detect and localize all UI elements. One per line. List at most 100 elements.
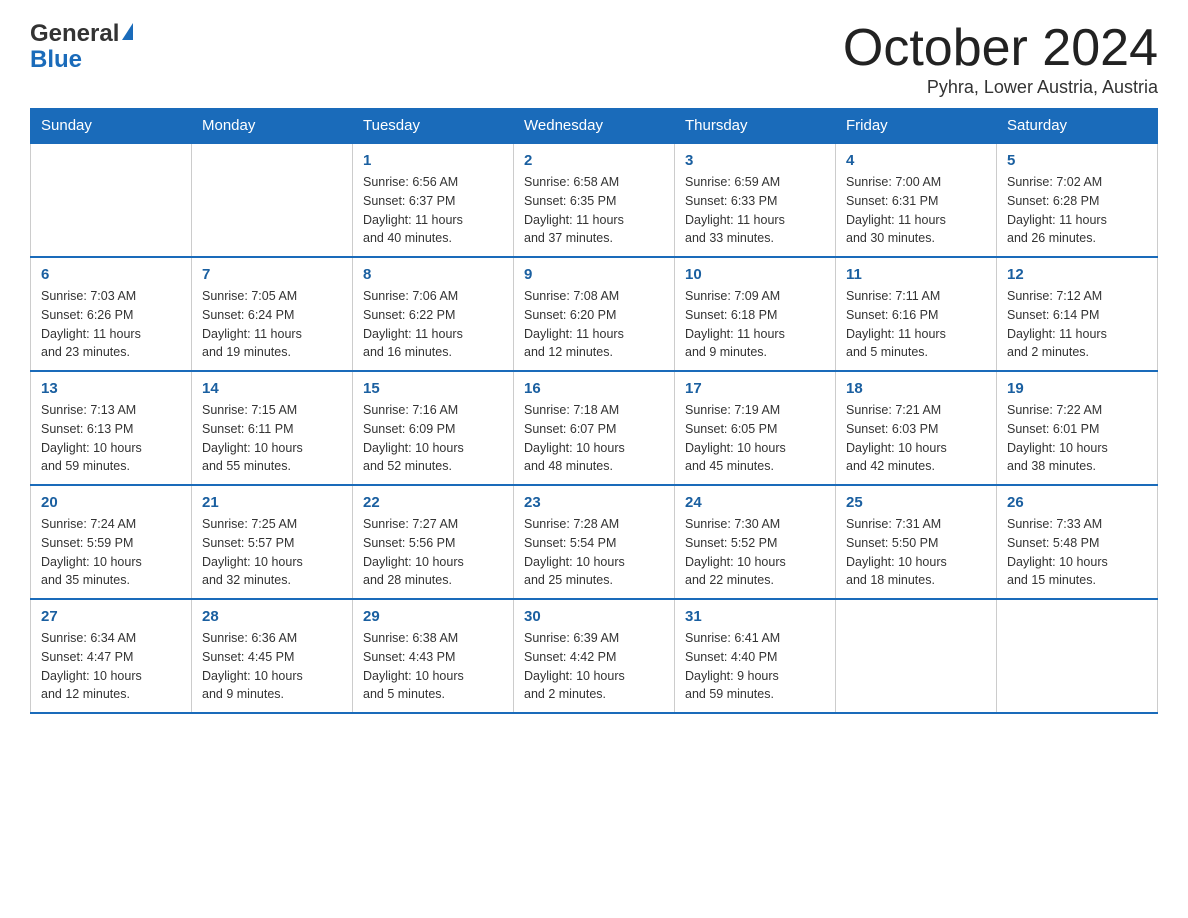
calendar-cell: 25 Sunrise: 7:31 AM Sunset: 5:50 PM Dayli…: [836, 485, 997, 599]
calendar-cell: 5Sunrise: 7:02 AM Sunset: 6:28 PM Daylig…: [997, 143, 1158, 257]
logo-blue-text: Blue: [30, 46, 82, 74]
day-info: Sunrise: 7:19 AM Sunset: 6:05 PM Dayligh…: [685, 401, 825, 476]
calendar-cell: 11 Sunrise: 7:11 AM Sunset: 6:16 PM Dayli…: [836, 257, 997, 371]
day-info: Sunrise: 6:38 AM Sunset: 4:43 PM Dayligh…: [363, 629, 503, 704]
day-number: 27: [41, 608, 181, 625]
col-header-friday: Friday: [836, 109, 997, 144]
day-info: Sunrise: 7:28 AM Sunset: 5:54 PM Dayligh…: [524, 515, 664, 590]
calendar-cell: 10 Sunrise: 7:09 AM Sunset: 6:18 PM Dayli…: [675, 257, 836, 371]
calendar-header-row: SundayMondayTuesdayWednesdayThursdayFrid…: [31, 109, 1158, 144]
calendar-cell: [836, 599, 997, 713]
calendar-cell: 7 Sunrise: 7:05 AM Sunset: 6:24 PM Daylig…: [192, 257, 353, 371]
day-info: Sunrise: 6:39 AM Sunset: 4:42 PM Dayligh…: [524, 629, 664, 704]
day-info: Sunrise: 7:03 AM Sunset: 6:26 PM Dayligh…: [41, 287, 181, 362]
calendar-cell: 23 Sunrise: 7:28 AM Sunset: 5:54 PM Dayli…: [514, 485, 675, 599]
day-number: 9: [524, 266, 664, 283]
day-number: 14: [202, 380, 342, 397]
day-info: Sunrise: 7:09 AM Sunset: 6:18 PM Dayligh…: [685, 287, 825, 362]
calendar-cell: 8 Sunrise: 7:06 AM Sunset: 6:22 PM Daylig…: [353, 257, 514, 371]
calendar-cell: 26 Sunrise: 7:33 AM Sunset: 5:48 PM Dayli…: [997, 485, 1158, 599]
calendar-cell: 27 Sunrise: 6:34 AM Sunset: 4:47 PM Dayli…: [31, 599, 192, 713]
day-number: 3: [685, 152, 825, 169]
day-number: 13: [41, 380, 181, 397]
day-number: 12: [1007, 266, 1147, 283]
day-info: Sunrise: 7:27 AM Sunset: 5:56 PM Dayligh…: [363, 515, 503, 590]
col-header-sunday: Sunday: [31, 109, 192, 144]
day-number: 30: [524, 608, 664, 625]
day-info: Sunrise: 7:00 AM Sunset: 6:31 PM Dayligh…: [846, 173, 986, 248]
calendar-cell: 12 Sunrise: 7:12 AM Sunset: 6:14 PM Dayli…: [997, 257, 1158, 371]
calendar-cell: 28 Sunrise: 6:36 AM Sunset: 4:45 PM Dayli…: [192, 599, 353, 713]
day-info: Sunrise: 7:16 AM Sunset: 6:09 PM Dayligh…: [363, 401, 503, 476]
logo-triangle-icon: [122, 23, 133, 40]
day-info: Sunrise: 7:25 AM Sunset: 5:57 PM Dayligh…: [202, 515, 342, 590]
calendar-cell: 16 Sunrise: 7:18 AM Sunset: 6:07 PM Dayli…: [514, 371, 675, 485]
col-header-wednesday: Wednesday: [514, 109, 675, 144]
day-info: Sunrise: 6:34 AM Sunset: 4:47 PM Dayligh…: [41, 629, 181, 704]
calendar-cell: 19Sunrise: 7:22 AM Sunset: 6:01 PM Dayli…: [997, 371, 1158, 485]
calendar-cell: 2Sunrise: 6:58 AM Sunset: 6:35 PM Daylig…: [514, 143, 675, 257]
day-number: 25: [846, 494, 986, 511]
calendar-cell: 6 Sunrise: 7:03 AM Sunset: 6:26 PM Daylig…: [31, 257, 192, 371]
logo-general-text: General: [30, 20, 119, 48]
logo[interactable]: General Blue: [30, 20, 133, 74]
day-number: 16: [524, 380, 664, 397]
day-number: 28: [202, 608, 342, 625]
col-header-tuesday: Tuesday: [353, 109, 514, 144]
day-info: Sunrise: 6:41 AM Sunset: 4:40 PM Dayligh…: [685, 629, 825, 704]
week-row-4: 20 Sunrise: 7:24 AM Sunset: 5:59 PM Dayli…: [31, 485, 1158, 599]
calendar-cell: 31Sunrise: 6:41 AM Sunset: 4:40 PM Dayli…: [675, 599, 836, 713]
calendar-cell: 29Sunrise: 6:38 AM Sunset: 4:43 PM Dayli…: [353, 599, 514, 713]
day-info: Sunrise: 6:36 AM Sunset: 4:45 PM Dayligh…: [202, 629, 342, 704]
calendar-cell: [997, 599, 1158, 713]
week-row-5: 27 Sunrise: 6:34 AM Sunset: 4:47 PM Dayli…: [31, 599, 1158, 713]
day-info: Sunrise: 7:06 AM Sunset: 6:22 PM Dayligh…: [363, 287, 503, 362]
day-info: Sunrise: 7:11 AM Sunset: 6:16 PM Dayligh…: [846, 287, 986, 362]
day-number: 10: [685, 266, 825, 283]
day-info: Sunrise: 7:31 AM Sunset: 5:50 PM Dayligh…: [846, 515, 986, 590]
day-info: Sunrise: 7:21 AM Sunset: 6:03 PM Dayligh…: [846, 401, 986, 476]
calendar-cell: 4Sunrise: 7:00 AM Sunset: 6:31 PM Daylig…: [836, 143, 997, 257]
calendar-table: SundayMondayTuesdayWednesdayThursdayFrid…: [30, 108, 1158, 714]
day-number: 7: [202, 266, 342, 283]
day-number: 6: [41, 266, 181, 283]
calendar-cell: 17Sunrise: 7:19 AM Sunset: 6:05 PM Dayli…: [675, 371, 836, 485]
day-number: 20: [41, 494, 181, 511]
day-info: Sunrise: 7:30 AM Sunset: 5:52 PM Dayligh…: [685, 515, 825, 590]
calendar-cell: 1 Sunrise: 6:56 AM Sunset: 6:37 PM Daylig…: [353, 143, 514, 257]
day-number: 1: [363, 152, 503, 169]
day-number: 22: [363, 494, 503, 511]
day-number: 15: [363, 380, 503, 397]
day-info: Sunrise: 7:05 AM Sunset: 6:24 PM Dayligh…: [202, 287, 342, 362]
calendar-cell: 13 Sunrise: 7:13 AM Sunset: 6:13 PM Dayli…: [31, 371, 192, 485]
day-info: Sunrise: 6:59 AM Sunset: 6:33 PM Dayligh…: [685, 173, 825, 248]
calendar-cell: 18Sunrise: 7:21 AM Sunset: 6:03 PM Dayli…: [836, 371, 997, 485]
day-info: Sunrise: 6:56 AM Sunset: 6:37 PM Dayligh…: [363, 173, 503, 248]
day-number: 5: [1007, 152, 1147, 169]
calendar-cell: 20 Sunrise: 7:24 AM Sunset: 5:59 PM Dayli…: [31, 485, 192, 599]
calendar-cell: 21 Sunrise: 7:25 AM Sunset: 5:57 PM Dayli…: [192, 485, 353, 599]
day-number: 21: [202, 494, 342, 511]
day-info: Sunrise: 7:18 AM Sunset: 6:07 PM Dayligh…: [524, 401, 664, 476]
calendar-cell: 9Sunrise: 7:08 AM Sunset: 6:20 PM Daylig…: [514, 257, 675, 371]
day-info: Sunrise: 7:13 AM Sunset: 6:13 PM Dayligh…: [41, 401, 181, 476]
day-number: 8: [363, 266, 503, 283]
day-number: 24: [685, 494, 825, 511]
day-info: Sunrise: 7:22 AM Sunset: 6:01 PM Dayligh…: [1007, 401, 1147, 476]
day-number: 11: [846, 266, 986, 283]
col-header-saturday: Saturday: [997, 109, 1158, 144]
week-row-3: 13 Sunrise: 7:13 AM Sunset: 6:13 PM Dayli…: [31, 371, 1158, 485]
day-number: 23: [524, 494, 664, 511]
day-info: Sunrise: 7:12 AM Sunset: 6:14 PM Dayligh…: [1007, 287, 1147, 362]
calendar-cell: 30 Sunrise: 6:39 AM Sunset: 4:42 PM Dayli…: [514, 599, 675, 713]
calendar-cell: 22 Sunrise: 7:27 AM Sunset: 5:56 PM Dayli…: [353, 485, 514, 599]
week-row-2: 6 Sunrise: 7:03 AM Sunset: 6:26 PM Daylig…: [31, 257, 1158, 371]
month-title: October 2024: [843, 20, 1158, 77]
day-info: Sunrise: 7:33 AM Sunset: 5:48 PM Dayligh…: [1007, 515, 1147, 590]
calendar-cell: 24 Sunrise: 7:30 AM Sunset: 5:52 PM Dayli…: [675, 485, 836, 599]
day-number: 26: [1007, 494, 1147, 511]
day-info: Sunrise: 6:58 AM Sunset: 6:35 PM Dayligh…: [524, 173, 664, 248]
day-info: Sunrise: 7:24 AM Sunset: 5:59 PM Dayligh…: [41, 515, 181, 590]
calendar-cell: [192, 143, 353, 257]
week-row-1: 1 Sunrise: 6:56 AM Sunset: 6:37 PM Daylig…: [31, 143, 1158, 257]
